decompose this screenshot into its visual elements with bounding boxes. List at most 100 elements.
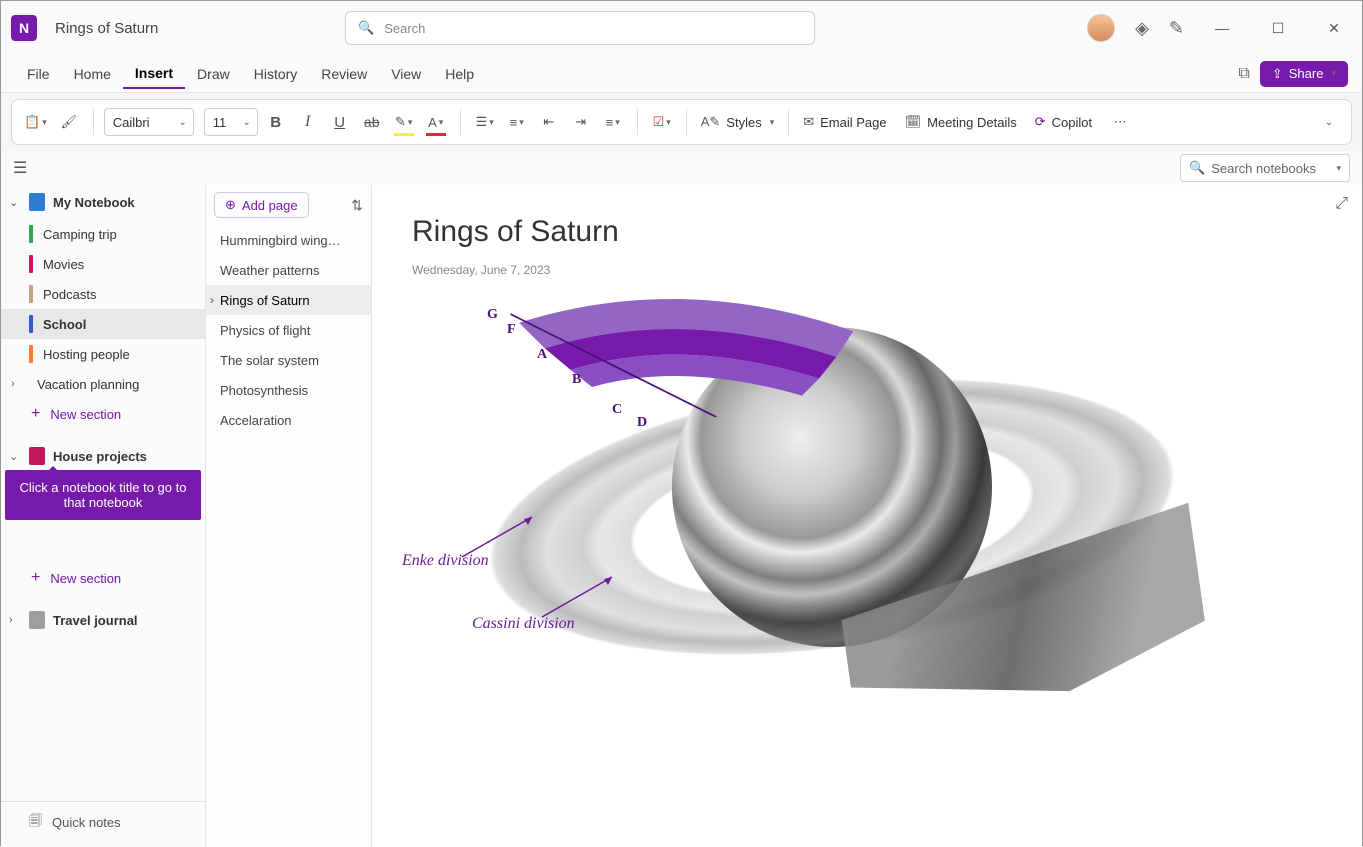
add-page-button[interactable]: ⊕ Add page — [214, 192, 309, 218]
search-placeholder: Search — [384, 21, 425, 36]
premium-icon[interactable]: ◈ — [1135, 18, 1149, 39]
chevron-down-icon: ⌄ — [9, 196, 21, 209]
page-date: Wednesday, June 7, 2023 — [412, 263, 1322, 277]
ring-label-d: D — [637, 415, 647, 431]
menu-view[interactable]: View — [379, 60, 433, 88]
quick-notes-button[interactable]: 🗐 Quick notes — [1, 801, 205, 843]
section-camping-trip[interactable]: Camping trip — [1, 219, 205, 249]
menu-help[interactable]: Help — [433, 60, 486, 88]
page-item[interactable]: Weather patterns — [206, 255, 371, 285]
page-item[interactable]: Rings of Saturn — [206, 285, 371, 315]
plus-icon: + — [31, 405, 40, 423]
page-list: ⊕ Add page ⇅ Hummingbird wing… Weather p… — [206, 185, 372, 847]
more-button[interactable]: ⋯ — [1106, 107, 1134, 137]
quicknotes-icon: 🗐 — [29, 812, 42, 834]
menu-file[interactable]: File — [15, 60, 62, 88]
pen-icon[interactable]: ✎ — [1169, 18, 1184, 39]
align-button[interactable]: ≡▾ — [599, 107, 627, 137]
page-item[interactable]: Photosynthesis — [206, 375, 371, 405]
chevron-down-icon: ▾ — [1336, 163, 1341, 174]
open-in-app-icon[interactable]: ⧉ — [1238, 65, 1249, 83]
page-item[interactable]: Physics of flight — [206, 315, 371, 345]
app-icon: N — [11, 15, 37, 41]
notebook-icon — [29, 193, 45, 211]
menubar: File Home Insert Draw History Review Vie… — [1, 55, 1362, 93]
page-title[interactable]: Rings of Saturn — [412, 215, 1322, 249]
sort-pages-button[interactable]: ⇅ — [351, 197, 363, 214]
user-avatar[interactable] — [1087, 14, 1115, 42]
page-canvas[interactable]: ⤢ Rings of Saturn Wednesday, June 7, 202… — [372, 185, 1362, 847]
secondary-bar: ☰ 🔍 Search notebooks ▾ — [1, 151, 1362, 185]
outdent-button[interactable]: ⇤ — [535, 107, 563, 137]
strikethrough-button[interactable]: ab — [358, 107, 386, 137]
page-item[interactable]: Accelaration — [206, 405, 371, 435]
hamburger-icon[interactable]: ☰ — [13, 158, 27, 178]
font-color-button[interactable]: A▾ — [422, 107, 450, 137]
bold-button[interactable]: B — [262, 107, 290, 137]
search-icon: 🔍 — [1189, 160, 1205, 176]
notebook-sidebar: ⌄ My Notebook Camping trip Movies Podcas… — [1, 185, 206, 847]
email-page-button[interactable]: ✉Email Page — [799, 107, 896, 137]
paste-button[interactable]: 📋▾ — [20, 107, 51, 137]
minimize-button[interactable]: — — [1204, 14, 1240, 42]
ring-label-b: B — [572, 372, 581, 388]
saturn-illustration: G F A B C D Enke division Cassini divisi… — [412, 297, 1212, 717]
page-item[interactable]: Hummingbird wing… — [206, 225, 371, 255]
menu-insert[interactable]: Insert — [123, 59, 185, 89]
search-icon: 🔍 — [358, 20, 374, 36]
share-button[interactable]: ⇪ Share ▾ — [1260, 61, 1348, 87]
maximize-button[interactable]: ☐ — [1260, 14, 1296, 42]
chevron-down-icon: ⌄ — [9, 450, 21, 463]
highlight-button[interactable]: ✎▾ — [390, 107, 418, 137]
chevron-right-icon: › — [9, 614, 21, 626]
notebook-header-travel-journal[interactable]: › Travel journal — [1, 603, 205, 637]
search-box[interactable]: 🔍 Search — [345, 11, 815, 45]
notebook-header-house-projects[interactable]: ⌄ House projects — [1, 439, 205, 473]
menu-draw[interactable]: Draw — [185, 60, 242, 88]
styles-button[interactable]: A✎Styles▾ — [697, 107, 779, 137]
menu-review[interactable]: Review — [309, 60, 379, 88]
doc-title: Rings of Saturn — [55, 20, 335, 37]
new-section-button-2[interactable]: +New section — [1, 563, 205, 593]
plus-icon: + — [31, 569, 40, 587]
ribbon: 📋▾ 🖌 Cailbri 11 B I U ab ✎▾ A▾ ☰▾ ≡▾ ⇤ ⇥… — [11, 99, 1352, 145]
tag-button[interactable]: ☑▾ — [648, 107, 676, 137]
format-painter-button[interactable]: 🖌 — [55, 107, 83, 137]
chevron-down-icon: ▾ — [1331, 68, 1336, 79]
notebook-header-my-notebook[interactable]: ⌄ My Notebook — [1, 185, 205, 219]
ring-label-f: F — [507, 322, 516, 338]
section-podcasts[interactable]: Podcasts — [1, 279, 205, 309]
close-button[interactable]: ✕ — [1316, 14, 1352, 42]
section-vacation-planning[interactable]: ›Vacation planning — [1, 369, 205, 399]
annotation-enke: Enke division — [402, 552, 489, 570]
ring-label-g: G — [487, 307, 498, 323]
section-hosting-people[interactable]: Hosting people — [1, 339, 205, 369]
ring-label-a: A — [537, 347, 547, 363]
italic-button[interactable]: I — [294, 107, 322, 137]
ribbon-collapse-button[interactable]: ⌄ — [1315, 107, 1343, 137]
ring-label-c: C — [612, 402, 622, 418]
share-icon: ⇪ — [1272, 66, 1283, 82]
font-size-select[interactable]: 11 — [204, 108, 258, 136]
font-family-select[interactable]: Cailbri — [104, 108, 194, 136]
section-school[interactable]: School — [1, 309, 205, 339]
titlebar: N Rings of Saturn 🔍 Search ◈ ✎ — ☐ ✕ — [1, 1, 1362, 55]
annotation-cassini: Cassini division — [472, 615, 575, 633]
menu-history[interactable]: History — [242, 60, 310, 88]
notebook-search[interactable]: 🔍 Search notebooks ▾ — [1180, 154, 1350, 182]
add-page-icon: ⊕ — [225, 197, 236, 213]
expand-icon[interactable]: ⤢ — [1335, 195, 1348, 213]
underline-button[interactable]: U — [326, 107, 354, 137]
menu-home[interactable]: Home — [62, 60, 123, 88]
notebook-icon — [29, 447, 45, 465]
meeting-details-button[interactable]: 🗓Meeting Details — [901, 107, 1027, 137]
new-section-button[interactable]: +New section — [1, 399, 205, 429]
notebook-icon — [29, 611, 45, 629]
onboarding-tooltip: Click a notebook title to go to that not… — [5, 470, 201, 520]
indent-button[interactable]: ⇥ — [567, 107, 595, 137]
numbered-list-button[interactable]: ≡▾ — [503, 107, 531, 137]
copilot-button[interactable]: ⟳Copilot — [1031, 107, 1102, 137]
page-item[interactable]: The solar system — [206, 345, 371, 375]
bullet-list-button[interactable]: ☰▾ — [471, 107, 499, 137]
section-movies[interactable]: Movies — [1, 249, 205, 279]
